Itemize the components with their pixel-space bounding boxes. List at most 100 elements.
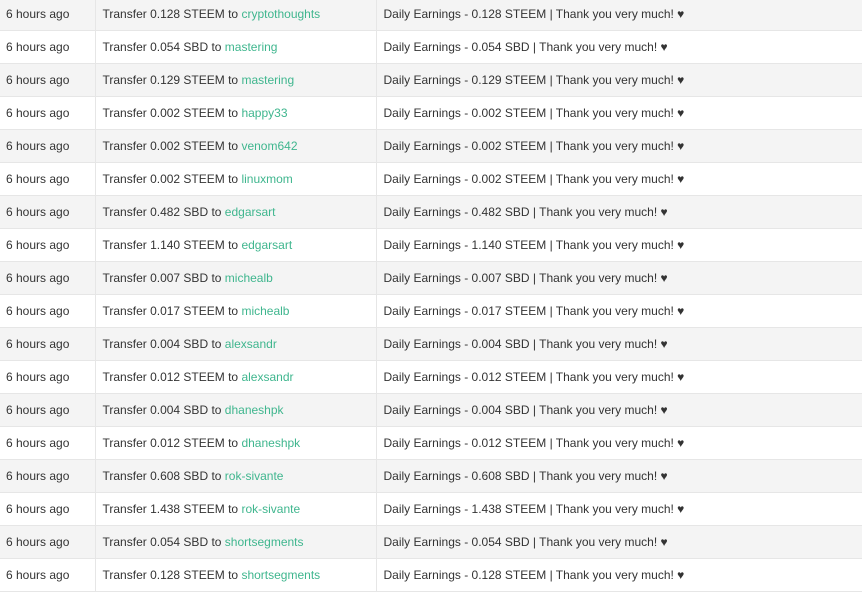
transfer-memo: Daily Earnings - 0.128 STEEM | Thank you… [375, 558, 862, 592]
table-row: 6 hours ago Transfer 1.438 STEEM to rok-s… [0, 492, 862, 526]
transfer-memo: Daily Earnings - 0.002 STEEM | Thank you… [375, 129, 862, 163]
transfer-memo: Daily Earnings - 0.482 SBD | Thank you v… [375, 195, 862, 229]
recipient-account-link[interactable]: mastering [225, 40, 278, 54]
transfer-memo: Daily Earnings - 0.004 SBD | Thank you v… [375, 393, 862, 427]
table-row: 6 hours ago Transfer 0.007 SBD to micheal… [0, 261, 862, 295]
transfer-amount-text: Transfer 0.002 STEEM to [102, 106, 239, 120]
recipient-account-link[interactable]: cryptothoughts [241, 7, 320, 21]
transfer-timestamp: 6 hours ago [0, 228, 95, 262]
transfer-amount-text: Transfer 0.128 STEEM to [102, 7, 239, 21]
transfer-timestamp: 6 hours ago [0, 96, 95, 130]
transfer-memo: Daily Earnings - 1.438 STEEM | Thank you… [375, 492, 862, 526]
transfer-timestamp: 6 hours ago [0, 393, 95, 427]
transfer-timestamp: 6 hours ago [0, 195, 95, 229]
transfer-amount-text: Transfer 0.012 STEEM to [102, 436, 239, 450]
recipient-account-link[interactable]: rok-sivante [241, 502, 300, 516]
recipient-account-link[interactable]: rok-sivante [225, 469, 284, 483]
transfer-timestamp: 6 hours ago [0, 558, 95, 592]
transfer-operation: Transfer 0.128 STEEM to shortsegments [94, 558, 376, 592]
transfer-operation: Transfer 0.004 SBD to dhaneshpk [94, 393, 376, 427]
transfer-operation: Transfer 0.017 STEEM to michealb [94, 294, 376, 328]
transfer-memo: Daily Earnings - 1.140 STEEM | Thank you… [375, 228, 862, 262]
transfer-memo: Daily Earnings - 0.004 SBD | Thank you v… [375, 327, 862, 361]
transfer-timestamp: 6 hours ago [0, 327, 95, 361]
table-row: 6 hours ago Transfer 0.128 STEEM to short… [0, 558, 862, 592]
recipient-account-link[interactable]: alexsandr [225, 337, 277, 351]
transfer-timestamp: 6 hours ago [0, 426, 95, 460]
transfer-operation: Transfer 0.608 SBD to rok-sivante [94, 459, 376, 493]
recipient-account-link[interactable]: mastering [241, 73, 294, 87]
recipient-account-link[interactable]: dhaneshpk [225, 403, 284, 417]
transfer-amount-text: Transfer 0.007 SBD to [102, 271, 222, 285]
table-row: 6 hours ago Transfer 0.054 SBD to shortse… [0, 525, 862, 559]
transfer-amount-text: Transfer 1.140 STEEM to [102, 238, 239, 252]
transfer-memo: Daily Earnings - 0.002 STEEM | Thank you… [375, 162, 862, 196]
recipient-account-link[interactable]: edgarsart [225, 205, 276, 219]
recipient-account-link[interactable]: shortsegments [225, 535, 304, 549]
table-row: 6 hours ago Transfer 0.002 STEEM to venom… [0, 129, 862, 163]
recipient-account-link[interactable]: michealb [225, 271, 273, 285]
transfer-amount-text: Transfer 0.608 SBD to [102, 469, 222, 483]
table-row: 6 hours ago Transfer 0.017 STEEM to miche… [0, 294, 862, 328]
table-row: 6 hours ago Transfer 0.004 SBD to alexsan… [0, 327, 862, 361]
transfer-operation: Transfer 1.438 STEEM to rok-sivante [94, 492, 376, 526]
table-row: 6 hours ago Transfer 0.608 SBD to rok-siv… [0, 459, 862, 493]
transfer-timestamp: 6 hours ago [0, 0, 95, 31]
table-row: 6 hours ago Transfer 0.002 STEEM to happy… [0, 96, 862, 130]
transfer-timestamp: 6 hours ago [0, 30, 95, 64]
table-row: 6 hours ago Transfer 0.002 STEEM to linux… [0, 162, 862, 196]
transfer-memo: Daily Earnings - 0.012 STEEM | Thank you… [375, 360, 862, 394]
transfer-amount-text: Transfer 0.002 STEEM to [102, 172, 239, 186]
transfer-amount-text: Transfer 0.004 SBD to [102, 337, 222, 351]
transfer-amount-text: Transfer 0.482 SBD to [102, 205, 222, 219]
transfer-memo: Daily Earnings - 0.608 SBD | Thank you v… [375, 459, 862, 493]
transfer-operation: Transfer 0.002 STEEM to venom642 [94, 129, 376, 163]
transfer-timestamp: 6 hours ago [0, 459, 95, 493]
transfer-operation: Transfer 0.129 STEEM to mastering [94, 63, 376, 97]
transfer-operation: Transfer 0.007 SBD to michealb [94, 261, 376, 295]
transfer-operation: Transfer 0.002 STEEM to linuxmom [94, 162, 376, 196]
recipient-account-link[interactable]: alexsandr [241, 370, 293, 384]
transfer-timestamp: 6 hours ago [0, 129, 95, 163]
recipient-account-link[interactable]: venom642 [241, 139, 297, 153]
transfer-memo: Daily Earnings - 0.012 STEEM | Thank you… [375, 426, 862, 460]
transfer-operation: Transfer 0.002 STEEM to happy33 [94, 96, 376, 130]
transfer-amount-text: Transfer 0.054 SBD to [102, 535, 222, 549]
table-row: 6 hours ago Transfer 1.140 STEEM to edgar… [0, 228, 862, 262]
transfer-amount-text: Transfer 0.004 SBD to [102, 403, 222, 417]
table-row: 6 hours ago Transfer 0.012 STEEM to dhane… [0, 426, 862, 460]
transfer-operation: Transfer 0.004 SBD to alexsandr [94, 327, 376, 361]
transfer-amount-text: Transfer 0.002 STEEM to [102, 139, 239, 153]
transfer-timestamp: 6 hours ago [0, 525, 95, 559]
transfer-operation: Transfer 0.012 STEEM to alexsandr [94, 360, 376, 394]
transfer-memo: Daily Earnings - 0.054 SBD | Thank you v… [375, 525, 862, 559]
recipient-account-link[interactable]: michealb [241, 304, 289, 318]
table-row: 6 hours ago Transfer 0.004 SBD to dhanesh… [0, 393, 862, 427]
transfer-memo: Daily Earnings - 0.017 STEEM | Thank you… [375, 294, 862, 328]
transfer-amount-text: Transfer 0.129 STEEM to [102, 73, 239, 87]
transfer-memo: Daily Earnings - 0.002 STEEM | Thank you… [375, 96, 862, 130]
recipient-account-link[interactable]: dhaneshpk [241, 436, 300, 450]
recipient-account-link[interactable]: linuxmom [241, 172, 292, 186]
transfer-memo: Daily Earnings - 0.128 STEEM | Thank you… [375, 0, 862, 31]
transfer-timestamp: 6 hours ago [0, 63, 95, 97]
transfer-memo: Daily Earnings - 0.129 STEEM | Thank you… [375, 63, 862, 97]
transfer-amount-text: Transfer 0.054 SBD to [102, 40, 222, 54]
transfer-amount-text: Transfer 0.128 STEEM to [102, 568, 239, 582]
table-row: 6 hours ago Transfer 0.012 STEEM to alexs… [0, 360, 862, 394]
transfer-timestamp: 6 hours ago [0, 294, 95, 328]
transfer-timestamp: 6 hours ago [0, 162, 95, 196]
recipient-account-link[interactable]: happy33 [241, 106, 287, 120]
recipient-account-link[interactable]: edgarsart [241, 238, 292, 252]
table-row: 6 hours ago Transfer 0.128 STEEM to crypt… [0, 0, 862, 31]
transfer-history-body: 6 hours ago Transfer 0.128 STEEM to crypt… [0, 0, 862, 592]
transfer-operation: Transfer 0.054 SBD to shortsegments [94, 525, 376, 559]
transfer-timestamp: 6 hours ago [0, 261, 95, 295]
transfer-memo: Daily Earnings - 0.054 SBD | Thank you v… [375, 30, 862, 64]
transfer-amount-text: Transfer 0.017 STEEM to [102, 304, 239, 318]
recipient-account-link[interactable]: shortsegments [241, 568, 320, 582]
transfer-amount-text: Transfer 1.438 STEEM to [102, 502, 239, 516]
transfer-operation: Transfer 0.128 STEEM to cryptothoughts [94, 0, 376, 31]
table-row: 6 hours ago Transfer 0.482 SBD to edgarsa… [0, 195, 862, 229]
transfer-operation: Transfer 0.054 SBD to mastering [94, 30, 376, 64]
